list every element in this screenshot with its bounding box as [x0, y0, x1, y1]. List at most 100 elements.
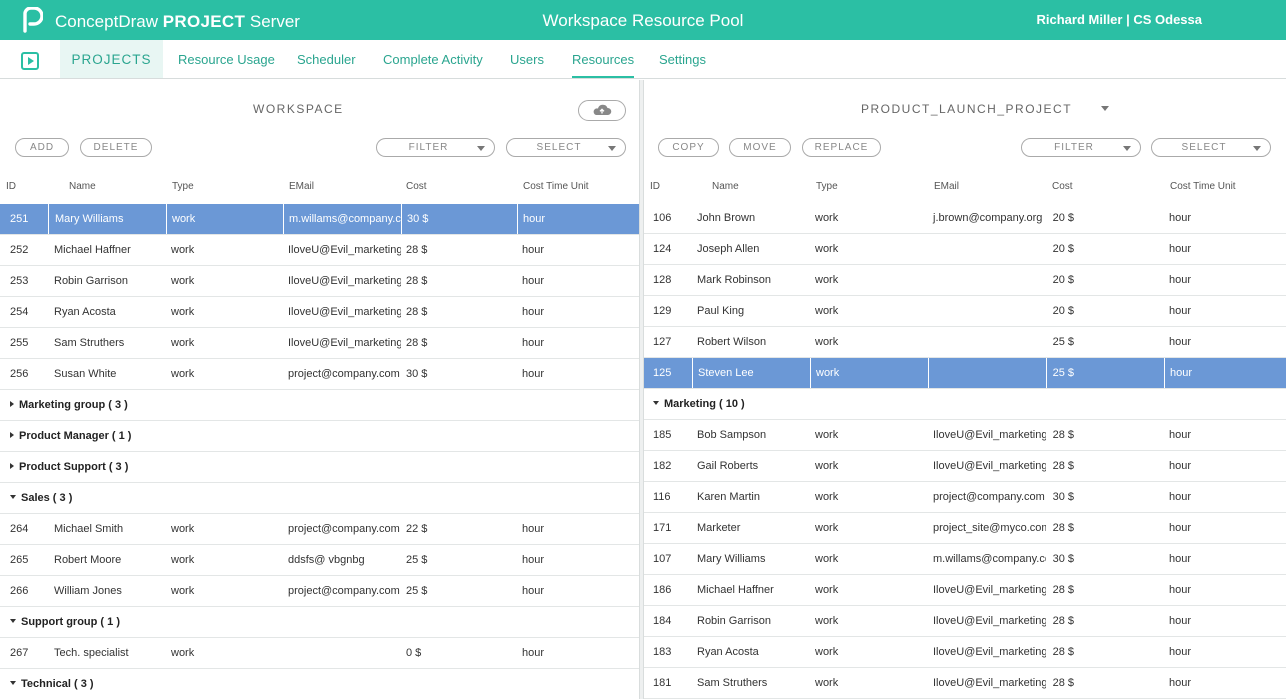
cell-name: Gail Roberts	[697, 460, 759, 472]
group-row[interactable]: Technical ( 3 )	[0, 669, 639, 699]
group-collapse-icon[interactable]	[10, 495, 16, 499]
group-row[interactable]: Marketing group ( 3 )	[0, 390, 639, 421]
cell-email: IloveU@Evil_marketing	[288, 244, 401, 256]
table-row[interactable]: 253 Robin Garrison work IloveU@Evil_marketi…	[0, 266, 639, 297]
table-row[interactable]: 264 Michael Smith work project@company.com 2…	[0, 514, 639, 545]
column-header-cost[interactable]: Cost	[1052, 181, 1073, 192]
group-expand-icon[interactable]	[10, 401, 14, 407]
cell-email: project_site@myco.com	[933, 522, 1046, 534]
filter-dropdown[interactable]: FILTER	[1021, 138, 1141, 157]
cell-cost: 28 $	[406, 306, 428, 318]
cell-name: Sam Struthers	[54, 337, 125, 349]
group-expand-icon[interactable]	[10, 432, 14, 438]
cell-id: 267	[10, 647, 29, 659]
tab-resources[interactable]: Resources	[572, 40, 635, 78]
add-button[interactable]: ADD	[15, 138, 69, 157]
tab-resource-usage[interactable]: Resource Usage	[178, 40, 275, 78]
table-row[interactable]: 129 Paul King work 20 $ hour	[644, 296, 1286, 327]
cell-cost-time-unit: hour	[522, 523, 545, 535]
table-row[interactable]: 107 Mary Williams work m.willams@company.co…	[644, 544, 1286, 575]
table-row[interactable]: 256 Susan White work project@company.com 30 …	[0, 359, 639, 390]
group-collapse-icon[interactable]	[10, 681, 16, 685]
cell-id: 254	[10, 306, 29, 318]
column-header-cost-time-unit[interactable]: Cost Time Unit	[523, 181, 589, 192]
table-row[interactable]: 125 Steven Lee work 25 $ hour	[644, 358, 1286, 389]
table-row[interactable]: 128 Mark Robinson work 20 $ hour	[644, 265, 1286, 296]
tab-complete-activity[interactable]: Complete Activity	[383, 40, 483, 78]
cell-cost-time-unit: hour	[1169, 305, 1192, 317]
project-title[interactable]: PRODUCT_LAUNCH_PROJECT	[861, 102, 1072, 116]
table-row[interactable]: 266 William Jones work project@company.com 2…	[0, 576, 639, 607]
select-dropdown[interactable]: SELECT	[1151, 138, 1271, 157]
cell-type: work	[815, 243, 839, 255]
table-row[interactable]: 252 Michael Haffner work IloveU@Evil_market…	[0, 235, 639, 266]
group-collapse-icon[interactable]	[10, 619, 16, 623]
cell-email	[283, 638, 401, 668]
table-row[interactable]: 255 Sam Struthers work IloveU@Evil_marketin…	[0, 328, 639, 359]
copy-button[interactable]: COPY	[658, 138, 719, 157]
table-row[interactable]: 267 Tech. specialist work 0 $ hour	[0, 638, 639, 669]
cell-email: IloveU@Evil_marketing	[933, 584, 1046, 596]
cell-cost: 28 $	[1052, 615, 1074, 627]
filter-dropdown[interactable]: FILTER	[376, 138, 495, 157]
group-row[interactable]: Marketing ( 10 )	[644, 389, 1286, 420]
column-header-type[interactable]: Type	[816, 181, 838, 192]
cell-name: Susan White	[54, 368, 117, 380]
column-header-name[interactable]: Name	[712, 181, 739, 192]
cell-name: Mary Williams	[697, 553, 766, 565]
group-row[interactable]: Product Support ( 3 )	[0, 452, 639, 483]
cell-email: m.willams@company.com	[933, 553, 1046, 565]
group-row[interactable]: Sales ( 3 )	[0, 483, 639, 514]
cell-cost-time-unit: hour	[522, 244, 545, 256]
column-header-id[interactable]: ID	[6, 181, 16, 192]
cell-id: 127	[653, 336, 672, 348]
group-expand-icon[interactable]	[10, 463, 14, 469]
tab-projects[interactable]: PROJECTS	[60, 40, 163, 78]
replace-button[interactable]: REPLACE	[802, 138, 881, 157]
select-dropdown[interactable]: SELECT	[506, 138, 626, 157]
cell-cost: 28 $	[1052, 677, 1074, 689]
play-icon[interactable]	[21, 52, 39, 70]
project-panel: PRODUCT_LAUNCH_PROJECT COPY MOVE REPLACE…	[644, 80, 1286, 699]
table-row[interactable]: 171 Marketer work project_site@myco.com 28 $…	[644, 513, 1286, 544]
group-row[interactable]: Product Manager ( 1 )	[0, 421, 639, 452]
cell-cost-time-unit: hour	[1169, 522, 1192, 534]
tab-users[interactable]: Users	[510, 40, 544, 78]
table-row[interactable]: 251 Mary Williamsworkm.willams@company.co…	[0, 204, 639, 235]
column-header-email[interactable]: EMail	[289, 181, 314, 192]
table-row[interactable]: 106 John Brown work j.brown@company.org 20 $…	[644, 203, 1286, 234]
table-row[interactable]: 184 Robin Garrison work IloveU@Evil_marketi…	[644, 606, 1286, 637]
table-row[interactable]: 116 Karen Martin work project@company.com 30…	[644, 482, 1286, 513]
table-row[interactable]: 124 Joseph Allen work 20 $ hour	[644, 234, 1286, 265]
cloud-upload-button[interactable]	[578, 100, 626, 121]
table-row[interactable]: 182 Gail Roberts work IloveU@Evil_marketing…	[644, 451, 1286, 482]
dropdown-caret-icon[interactable]	[1101, 106, 1109, 111]
column-header-cost[interactable]: Cost	[406, 181, 427, 192]
tab-scheduler[interactable]: Scheduler	[297, 40, 356, 78]
table-row[interactable]: 181 Sam Struthers work IloveU@Evil_marketin…	[644, 668, 1286, 699]
delete-button[interactable]: DELETE	[80, 138, 152, 157]
cell-cost-time-unit: hour	[1169, 491, 1192, 503]
column-header-name[interactable]: Name	[69, 181, 96, 192]
table-row[interactable]: 254 Ryan Acosta work IloveU@Evil_marketing 2…	[0, 297, 639, 328]
tab-settings[interactable]: Settings	[659, 40, 706, 78]
group-collapse-icon[interactable]	[653, 401, 659, 405]
column-header-type[interactable]: Type	[172, 181, 194, 192]
table-row[interactable]: 265 Robert Moore work ddsfs@ vbgnbg 25 $ hour	[0, 545, 639, 576]
table-row[interactable]: 186 Michael Haffner work IloveU@Evil_market…	[644, 575, 1286, 606]
cell-cost-time-unit: hour	[1164, 358, 1286, 388]
cell-email	[928, 265, 1046, 295]
column-header-cost-time-unit[interactable]: Cost Time Unit	[1170, 181, 1236, 192]
table-row[interactable]: 185 Bob Sampson work IloveU@Evil_marketing 2…	[644, 420, 1286, 451]
table-row[interactable]: 183 Ryan Acosta work IloveU@Evil_marketing 2…	[644, 637, 1286, 668]
column-header-id[interactable]: ID	[650, 181, 660, 192]
column-header-email[interactable]: EMail	[934, 181, 959, 192]
cell-cost-time-unit: hour	[522, 368, 545, 380]
user-info[interactable]: Richard Miller | CS Odessa	[1037, 12, 1203, 27]
group-row[interactable]: Support group ( 1 )	[0, 607, 639, 638]
cell-cost: 22 $	[406, 523, 428, 535]
table-row[interactable]: 127 Robert Wilson work 25 $ hour	[644, 327, 1286, 358]
move-button[interactable]: MOVE	[729, 138, 791, 157]
cell-cost-time-unit: hour	[1169, 243, 1192, 255]
cell-email: project@company.com	[288, 585, 400, 597]
